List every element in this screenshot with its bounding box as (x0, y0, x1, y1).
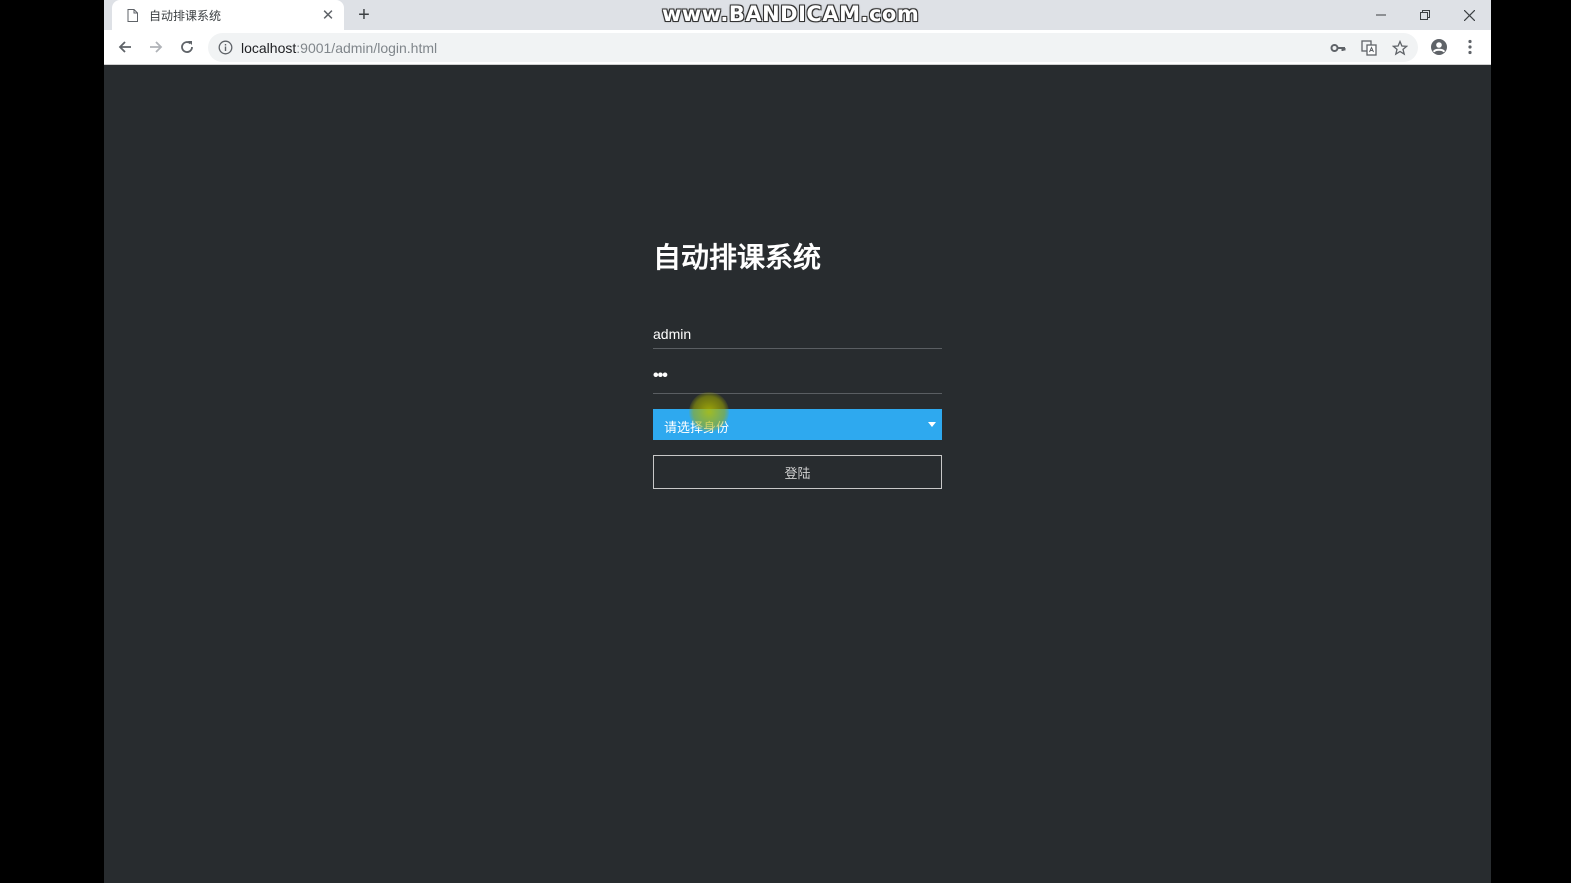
window-controls (1359, 0, 1491, 30)
login-form: 自动排课系统 admin ••• 请选择身份 登陆 (653, 238, 942, 489)
url-host: localhost (241, 40, 297, 56)
browser-window: 自动排课系统 ✕ + www.BANDICAM.com localhost:90… (104, 0, 1491, 883)
minimize-icon[interactable] (1359, 0, 1403, 30)
reload-icon[interactable] (174, 34, 200, 60)
tab-close-icon[interactable]: ✕ (318, 5, 338, 25)
restore-icon[interactable] (1403, 0, 1447, 30)
tab-strip: 自动排课系统 ✕ + www.BANDICAM.com (104, 0, 1491, 30)
new-tab-icon[interactable]: + (352, 3, 376, 27)
browser-tab[interactable]: 自动排课系统 ✕ (112, 0, 344, 30)
menu-dots-icon[interactable] (1458, 35, 1482, 59)
password-field[interactable]: ••• (653, 361, 942, 394)
bandicam-watermark: www.BANDICAM.com (662, 2, 920, 26)
page-icon (125, 8, 139, 22)
username-value: admin (653, 326, 692, 342)
forward-arrow-icon[interactable] (143, 34, 169, 60)
star-icon[interactable] (1390, 38, 1410, 58)
back-arrow-icon[interactable] (112, 34, 138, 60)
info-icon[interactable] (218, 40, 233, 55)
password-mask: ••• (653, 367, 668, 384)
chevron-down-icon (928, 422, 936, 427)
username-field[interactable]: admin (653, 316, 942, 349)
page-content: 自动排课系统 admin ••• 请选择身份 登陆 (104, 66, 1491, 883)
page-title: 自动排课系统 (653, 241, 822, 274)
role-select[interactable]: 请选择身份 (653, 392, 942, 440)
close-icon[interactable] (1447, 0, 1491, 30)
tab-title: 自动排课系统 (149, 8, 222, 23)
account-icon[interactable] (1427, 35, 1451, 59)
url-path: :9001/admin/login.html (296, 40, 438, 56)
role-select-text: 请选择身份 (664, 421, 730, 436)
address-bar[interactable]: localhost:9001/admin/login.html (208, 33, 1418, 62)
login-button[interactable]: 登陆 (653, 455, 942, 489)
url-text: localhost:9001/admin/login.html (241, 40, 437, 56)
browser-toolbar: localhost:9001/admin/login.html (104, 30, 1491, 65)
key-icon[interactable] (1328, 38, 1348, 58)
translate-icon[interactable] (1359, 38, 1379, 58)
